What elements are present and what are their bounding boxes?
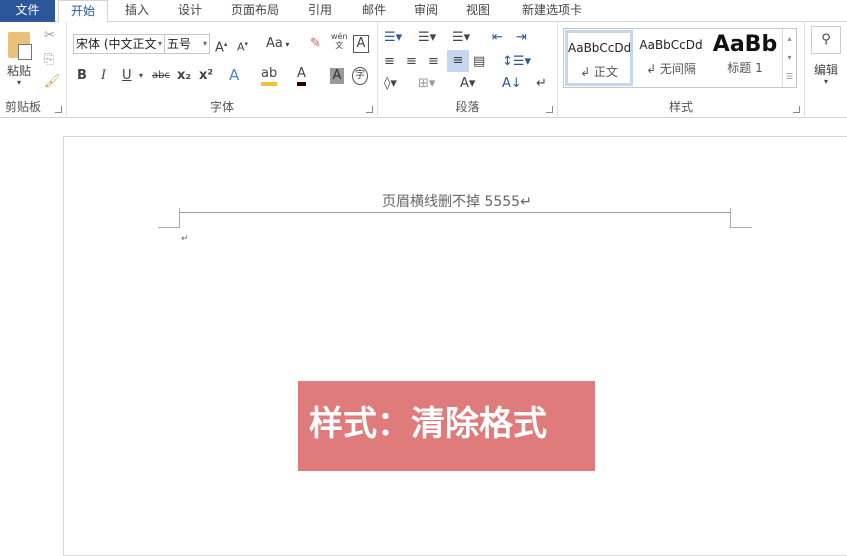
group-editing: ⚲ 编辑 ▾ [804, 22, 847, 118]
tab-home[interactable]: 开始 [58, 0, 108, 23]
group-paragraph: ☰▾ ☰▾ ☰▾ ⇤ ⇥ ≡ ≡ ≡ ≡ ▤ ↕☰▾ ◊▾ ⊞▾ A▾ A↓ ↵… [378, 22, 558, 118]
header-corner-right [730, 208, 752, 228]
styles-launcher[interactable] [793, 106, 800, 113]
numbering-icon[interactable]: ☰▾ [418, 30, 436, 46]
enclose-char-icon[interactable]: 字 [352, 67, 368, 85]
align-left-icon[interactable]: ≡ [384, 54, 395, 70]
shading-icon[interactable]: ◊▾ [384, 76, 397, 92]
group-clipboard: 粘贴 ▾ ✂ ⎘ 🖌 剪贴板 [0, 22, 67, 118]
tab-references[interactable]: 引用 [298, 0, 342, 22]
cut-icon[interactable]: ✂ [44, 28, 55, 44]
multilevel-list-icon[interactable]: ☰▾ [452, 30, 470, 46]
tab-view[interactable]: 视图 [456, 0, 500, 22]
font-label: 字体 [209, 100, 234, 114]
highlight-icon[interactable]: ab [261, 66, 278, 86]
grow-font-icon[interactable]: A▴ [215, 36, 227, 56]
editing-button[interactable]: 编辑 [814, 61, 838, 78]
char-border-icon[interactable]: A [353, 35, 369, 53]
subscript-button[interactable]: x₂ [177, 68, 191, 84]
title-banner: 样式：清除格式 [298, 381, 595, 471]
tab-review[interactable]: 审阅 [404, 0, 448, 22]
style-heading1[interactable]: AaBb 标题 1 [710, 30, 780, 86]
change-case-button[interactable]: Aa ▾ [266, 36, 289, 53]
font-launcher[interactable] [366, 106, 373, 113]
borders-icon[interactable]: ⊞▾ [418, 76, 435, 92]
header-line [180, 212, 730, 213]
underline-dropdown[interactable]: ▾ [139, 68, 143, 84]
style-normal[interactable]: AaBbCcDd ↲ 正文 [565, 30, 633, 86]
char-shading-icon[interactable]: A [330, 68, 344, 84]
shrink-font-icon[interactable]: A▾ [237, 36, 248, 56]
clear-formatting-icon[interactable]: ✎ [310, 36, 321, 52]
copy-icon[interactable]: ⎘ [44, 52, 54, 68]
bold-button[interactable]: B [77, 68, 87, 84]
styles-gallery: AaBbCcDd ↲ 正文 AaBbCcDd ↲ 无间隔 AaBb 标题 1 ▴ ▾ ☰ [563, 28, 797, 88]
style-no-spacing[interactable]: AaBbCcDd ↲ 无间隔 [637, 30, 705, 86]
group-font: 宋体 (中文正文 ▾ 五号 ▾ A▴ A▾ Aa ▾ ✎ wén 文 A B I U … [67, 22, 378, 118]
gallery-scrollbar[interactable]: ▴ ▾ ☰ [782, 29, 796, 87]
line-spacing-icon[interactable]: ↕☰▾ [502, 54, 531, 70]
tab-design[interactable]: 设计 [168, 0, 212, 22]
decrease-indent-icon[interactable]: ⇤ [492, 30, 503, 46]
underline-button[interactable]: U [122, 68, 132, 84]
paragraph-launcher[interactable] [546, 106, 553, 113]
ribbon-tabs: 文件 开始 插入 设计 页面布局 引用 邮件 审阅 视图 新建选项卡 [0, 0, 847, 23]
superscript-button[interactable]: x² [199, 68, 213, 84]
paragraph-label: 段落 [455, 100, 480, 114]
header-text[interactable]: 页眉横线删不掉 5555↵ [382, 191, 532, 211]
ribbon: 粘贴 ▾ ✂ ⎘ 🖌 剪贴板 宋体 (中文正文 ▾ 五号 ▾ A▴ A▾ Aa ▾ … [0, 22, 847, 118]
chinese-layout-icon[interactable]: A▾ [460, 76, 475, 92]
paste-label: 粘贴 [7, 64, 32, 78]
tab-file[interactable]: 文件 [0, 0, 55, 22]
paste-button[interactable]: 粘贴 ▾ [4, 28, 38, 90]
phonetic-guide-icon[interactable]: wén 文 [331, 32, 348, 50]
bullets-icon[interactable]: ☰▾ [384, 30, 402, 46]
font-size-combo[interactable]: 五号 ▾ [164, 34, 210, 54]
text-effects-icon[interactable]: A [229, 67, 239, 83]
format-painter-icon[interactable]: 🖌 [44, 74, 61, 90]
document-area [0, 118, 847, 556]
strikethrough-button[interactable]: abc [152, 68, 170, 84]
find-icon[interactable]: ⚲ [811, 26, 841, 54]
show-marks-icon[interactable]: ↵ [536, 76, 547, 92]
tab-mailings[interactable]: 邮件 [352, 0, 396, 22]
tab-new[interactable]: 新建选项卡 [512, 0, 592, 22]
increase-indent-icon[interactable]: ⇥ [516, 30, 527, 46]
align-right-icon[interactable]: ≡ [428, 54, 439, 70]
clipboard-launcher[interactable] [55, 106, 62, 113]
paragraph-mark: ↵ [181, 234, 189, 244]
distributed-icon[interactable]: ▤ [473, 54, 485, 70]
font-color-icon[interactable]: A [297, 66, 306, 86]
align-center-icon[interactable]: ≡ [406, 54, 417, 70]
sort-icon[interactable]: A↓ [502, 76, 522, 92]
justify-icon[interactable]: ≡ [447, 50, 469, 72]
header-corner-left [158, 208, 180, 228]
italic-button[interactable]: I [101, 68, 106, 84]
tab-layout[interactable]: 页面布局 [224, 0, 286, 22]
styles-label: 样式 [668, 100, 693, 114]
font-name-combo[interactable]: 宋体 (中文正文 ▾ [73, 34, 165, 54]
tab-insert[interactable]: 插入 [115, 0, 159, 22]
